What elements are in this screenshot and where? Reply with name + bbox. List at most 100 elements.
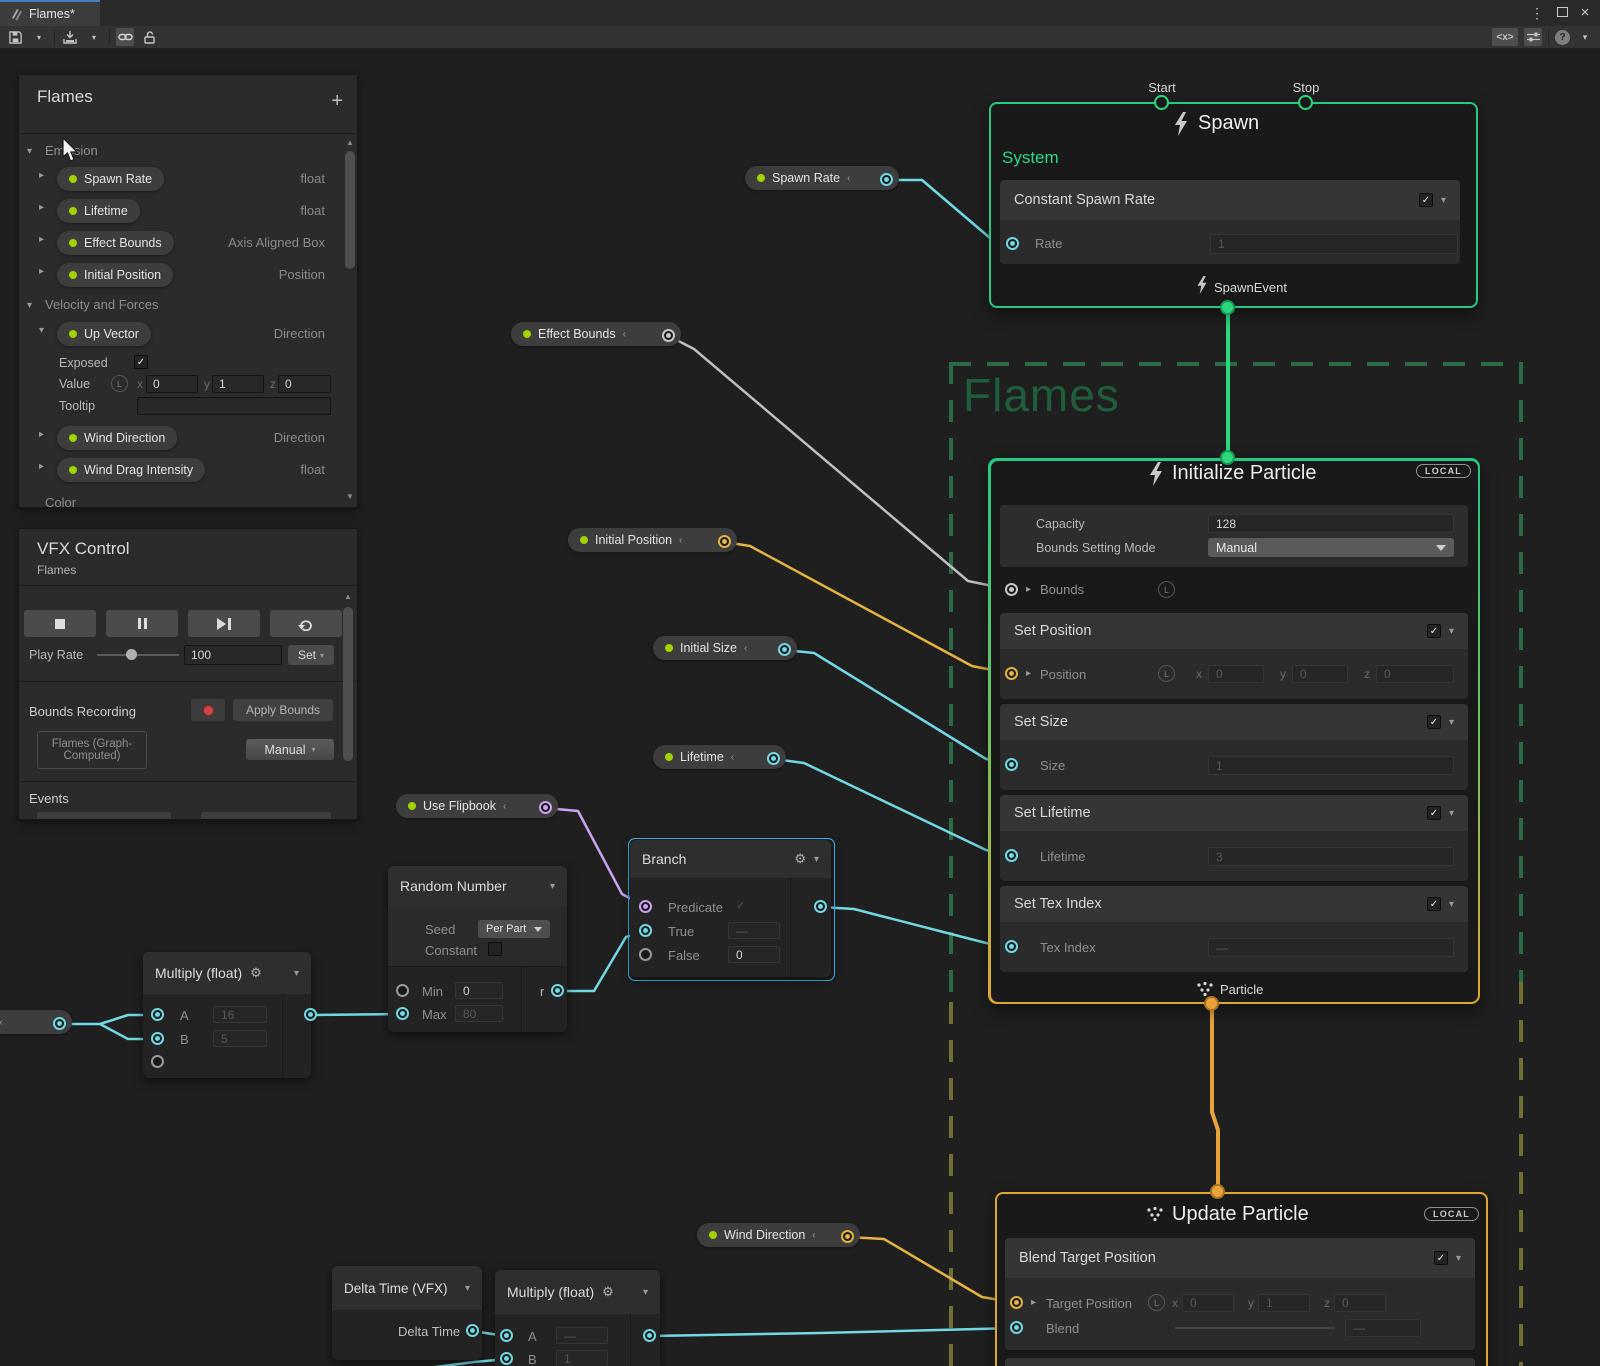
apply-bounds-button[interactable]: Apply Bounds [233,699,333,721]
chevron-down-icon[interactable]: ▾ [643,1287,648,1298]
branch-header[interactable]: Branch ⚙ ▾ [630,840,831,878]
max-field[interactable]: 80 [455,1005,503,1022]
chevron-right-icon[interactable]: ▸ [39,461,44,472]
block-enabled-checkbox[interactable]: ✓ [1419,193,1433,207]
chevron-down-icon[interactable]: ▾ [1441,195,1446,206]
port-initial-position-out[interactable] [718,535,731,548]
lock-icon[interactable]: L [111,375,128,392]
blend-target-position-block[interactable]: Blend Target Position ✓ ▾ [1005,1238,1475,1278]
lock-icon[interactable]: L [1158,665,1175,682]
param-node-wind-direction[interactable]: Wind Direction ‹ [697,1223,860,1247]
collapse-icon[interactable]: ‹ [503,801,506,812]
section-velocity[interactable]: Velocity and Forces [45,297,158,312]
expander-icon[interactable]: ▸ [1026,584,1031,595]
chevron-down-icon[interactable]: ▾ [1449,808,1454,819]
play-rate-slider-knob[interactable] [126,649,137,660]
param-node-effect-bounds[interactable]: Effect Bounds ‹ [511,322,681,346]
constant-checkbox[interactable] [488,942,502,956]
chevron-down-icon[interactable]: ▾ [1456,1253,1461,1264]
lock-toggle-button[interactable] [140,28,158,46]
port-use-flipbook-out[interactable] [539,801,552,814]
lock-icon[interactable]: L [1148,1294,1165,1311]
block-enabled-checkbox[interactable]: ✓ [1427,715,1441,729]
blend-field[interactable]: — [1345,1319,1421,1337]
edge-multiply2-to-blend[interactable] [650,1328,1017,1336]
collapse-icon[interactable]: ‹ [623,329,626,340]
tab-flames[interactable]: Flames* [0,0,100,26]
maximize-icon[interactable] [1557,7,1568,17]
port-spawn-start-in[interactable] [1154,95,1169,110]
input-a-field[interactable]: 16 [213,1006,267,1023]
port-lifetime-in[interactable] [1005,849,1018,862]
port-size-out[interactable] [53,1017,66,1030]
port-size-in[interactable] [1005,758,1018,771]
collapse-icon[interactable]: ‹ [812,1230,815,1241]
port-random-out[interactable] [551,984,564,997]
random-number-header[interactable]: Random Number ▾ [388,866,567,906]
chevron-down-icon[interactable]: ▾ [1449,717,1454,728]
param-node-initial-position[interactable]: Initial Position ‹ [568,528,737,552]
chevron-down-icon[interactable]: ▾ [1449,899,1454,910]
block-enabled-checkbox[interactable]: ✓ [1434,1251,1448,1265]
edge-wind-direction[interactable] [848,1237,1017,1303]
port-multiply2-a-in[interactable] [500,1329,513,1342]
port-effect-bounds-out[interactable] [662,329,675,342]
record-button[interactable] [191,699,225,721]
input-b-field[interactable]: 1 [556,1350,608,1366]
delta-time-header[interactable]: Delta Time (VFX) ▾ [332,1266,482,1310]
constant-spawn-rate-block[interactable]: Constant Spawn Rate ✓ ▾ [1000,180,1460,220]
step-button[interactable] [188,610,260,637]
scroll-down-icon[interactable]: ▼ [346,493,354,501]
chevron-right-icon[interactable]: ▸ [39,429,44,440]
scroll-up-icon[interactable]: ▲ [346,139,354,147]
more-dropdown[interactable]: ▾ [1576,28,1594,46]
close-icon[interactable]: × [1574,0,1596,26]
port-random-max-in[interactable] [396,1007,409,1020]
add-property-button[interactable]: + [331,91,343,111]
port-lifetime-out[interactable] [767,752,780,765]
expander-icon[interactable]: ▸ [1026,668,1031,679]
target-z-field[interactable]: 0 [1334,1294,1386,1312]
port-spawn-event-out[interactable] [1220,300,1235,315]
block-enabled-checkbox[interactable]: ✓ [1427,624,1441,638]
param-node-initial-size[interactable]: Initial Size ‹ [653,636,797,660]
port-initial-size-out[interactable] [778,643,791,656]
upvector-x-field[interactable]: 0 [146,375,198,393]
play-rate-field[interactable]: 100 [184,645,282,665]
chevron-down-icon[interactable]: ▾ [39,325,44,336]
chevron-down-icon[interactable]: ▾ [814,854,819,865]
property-wind-drag-intensity[interactable]: Wind Drag Intensity [57,458,205,482]
target-y-field[interactable]: 1 [1258,1294,1310,1312]
port-spawn-stop-in[interactable] [1298,95,1313,110]
set-lifetime-block[interactable]: Set Lifetime ✓ ▾ [1000,795,1468,831]
gear-icon[interactable]: ⚙ [602,1284,614,1300]
upvector-z-field[interactable]: 0 [278,375,331,393]
chevron-down-icon[interactable]: ▾ [550,881,555,892]
port-target-position-in[interactable] [1010,1296,1023,1309]
size-field[interactable]: 1 [1208,756,1454,775]
section-color[interactable]: Color [45,495,76,508]
port-multiply1-c-in[interactable] [151,1055,164,1068]
chevron-down-icon[interactable]: ▾ [294,968,299,979]
scroll-up-icon[interactable]: ▲ [344,593,352,601]
bounds-mode-dropdown[interactable]: Manual▾ [246,739,334,760]
collapse-icon[interactable]: ‹ [744,643,747,654]
property-effect-bounds[interactable]: Effect Bounds [57,231,174,255]
min-field[interactable]: 0 [455,982,503,999]
position-y-field[interactable]: 0 [1292,665,1348,683]
port-multiply2-out[interactable] [643,1329,656,1342]
blend-slider[interactable] [1175,1327,1335,1329]
param-node-spawn-rate[interactable]: Spawn Rate ‹ [745,166,899,190]
onplay-button-clipped[interactable] [37,812,171,820]
play-rate-slider[interactable] [97,654,179,656]
true-field[interactable]: — [728,922,780,939]
port-multiply1-a-in[interactable] [151,1008,164,1021]
vfx-control-scrollbar[interactable] [343,607,353,761]
input-b-field[interactable]: 5 [213,1030,267,1047]
lock-icon[interactable]: L [1158,581,1175,598]
tex-index-field[interactable]: — [1208,938,1454,957]
collapse-icon[interactable]: ‹ [847,173,850,184]
collapse-icon[interactable]: ‹ [731,752,734,763]
property-wind-direction[interactable]: Wind Direction [57,426,177,450]
port-update-in[interactable] [1210,1184,1225,1199]
